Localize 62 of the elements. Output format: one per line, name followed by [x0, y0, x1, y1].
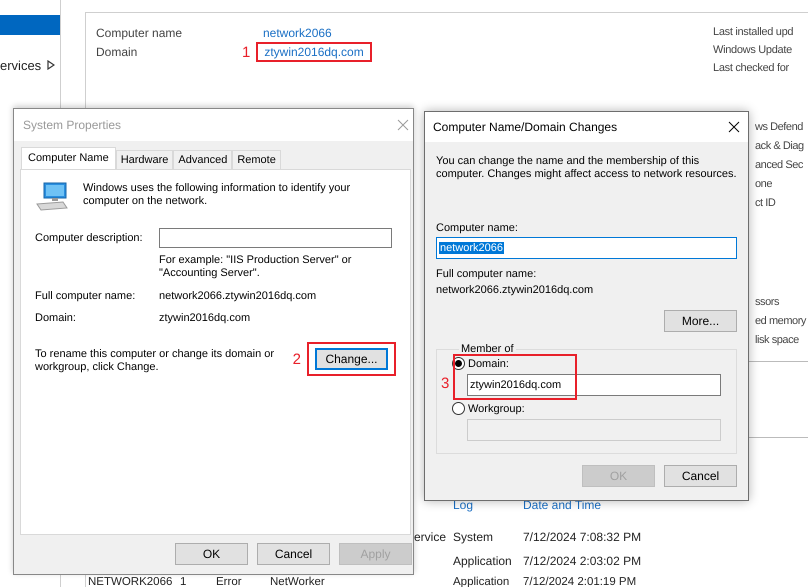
tab[interactable]: Computer Name: [21, 147, 116, 169]
table-cell: 7/12/2024 7:08:32 PM: [523, 531, 642, 544]
property-link[interactable]: ztywin2016dq.com: [264, 45, 364, 59]
expand-arrow-icon[interactable]: [47, 60, 56, 70]
field-value: network2066.ztywin2016dq.com: [159, 290, 318, 302]
property-label: lisk space: [755, 334, 800, 346]
field-value: network2066.ztywin2016dq.com: [436, 284, 594, 296]
radio-label[interactable]: Domain:: [468, 358, 509, 370]
property-label: Domain: [96, 45, 138, 59]
computer-name-field[interactable]: network2066: [436, 237, 737, 259]
example-text: For example: "IIS Production Server" or "Accounting Server".: [159, 254, 352, 280]
property-label: ed memory: [755, 315, 806, 327]
annotation-number: 1: [242, 44, 250, 60]
table-cell-text: 7/12/2024 2:01:19 PM: [523, 577, 638, 587]
field-label: Domain:: [35, 312, 77, 324]
dialog-button[interactable]: Cancel: [257, 543, 330, 565]
intro-text: Windows uses the following information to identify your computer on the network.: [83, 182, 352, 208]
property-label: Windows Update: [713, 44, 793, 56]
window-title: Computer Name/Domain Changes: [433, 120, 618, 134]
property-label: ct ID: [755, 197, 776, 209]
table-cell-text: 1: [180, 577, 188, 587]
close-icon[interactable]: [728, 121, 740, 133]
change-button[interactable]: Change...: [315, 348, 388, 370]
table-cell-text: Application: [453, 555, 513, 568]
property-label: ack & Diag: [755, 140, 804, 152]
field-label: Full computer name:: [436, 268, 538, 280]
property-label: one: [755, 178, 774, 190]
field-label: Computer description:: [35, 232, 144, 244]
dialog-button[interactable]: Cancel: [664, 465, 737, 487]
property-link[interactable]: network2066: [263, 26, 372, 40]
window-title: System Properties: [23, 118, 122, 132]
nav-item[interactable]: ervices: [0, 55, 60, 75]
property-label: Computer name: [96, 26, 184, 40]
computer-icon: [35, 182, 69, 212]
tab[interactable]: Hardware: [116, 150, 174, 169]
table-cell-text: NetWorker: [270, 577, 326, 587]
table-cell-text: Error: [216, 577, 243, 587]
group-label: Member of: [460, 343, 515, 355]
property-label: ssors: [755, 296, 780, 308]
column-header[interactable]: Log: [453, 499, 523, 512]
table-cell-text: ervice: [414, 531, 447, 544]
rename-text: To rename this computer or change its domain or workgroup, click Change.: [35, 347, 276, 374]
table-cell-text: System: [453, 531, 494, 544]
property-label: anced Sec: [755, 159, 804, 171]
tab[interactable]: Advanced: [173, 150, 232, 169]
property-label: Last installed upd: [713, 26, 794, 38]
annotation-number: 3: [441, 375, 450, 392]
column-header[interactable]: Date and Time: [523, 499, 642, 512]
property-label: ws Defend: [755, 121, 804, 133]
property-label: Last checked for: [713, 62, 790, 74]
table-cell-text: NETWORK2066: [88, 577, 174, 587]
tab[interactable]: Remote: [232, 150, 281, 169]
dialog-button[interactable]: OK: [175, 543, 248, 565]
domain-field[interactable]: ztywin2016dq.com: [467, 374, 721, 396]
description-field[interactable]: [159, 228, 392, 248]
field-label: Full computer name:: [35, 290, 136, 302]
annotation-number: 2: [292, 350, 301, 368]
more-button[interactable]: More...: [664, 310, 737, 332]
field-value: ztywin2016dq.com: [159, 312, 252, 324]
table-cell: 7/12/2024 2:03:02 PM: [523, 555, 642, 568]
intro-text: You can change the name and the membership of this computer. Changes might affect access to network resources.: [436, 155, 738, 181]
field-label: Computer name:: [436, 222, 519, 234]
